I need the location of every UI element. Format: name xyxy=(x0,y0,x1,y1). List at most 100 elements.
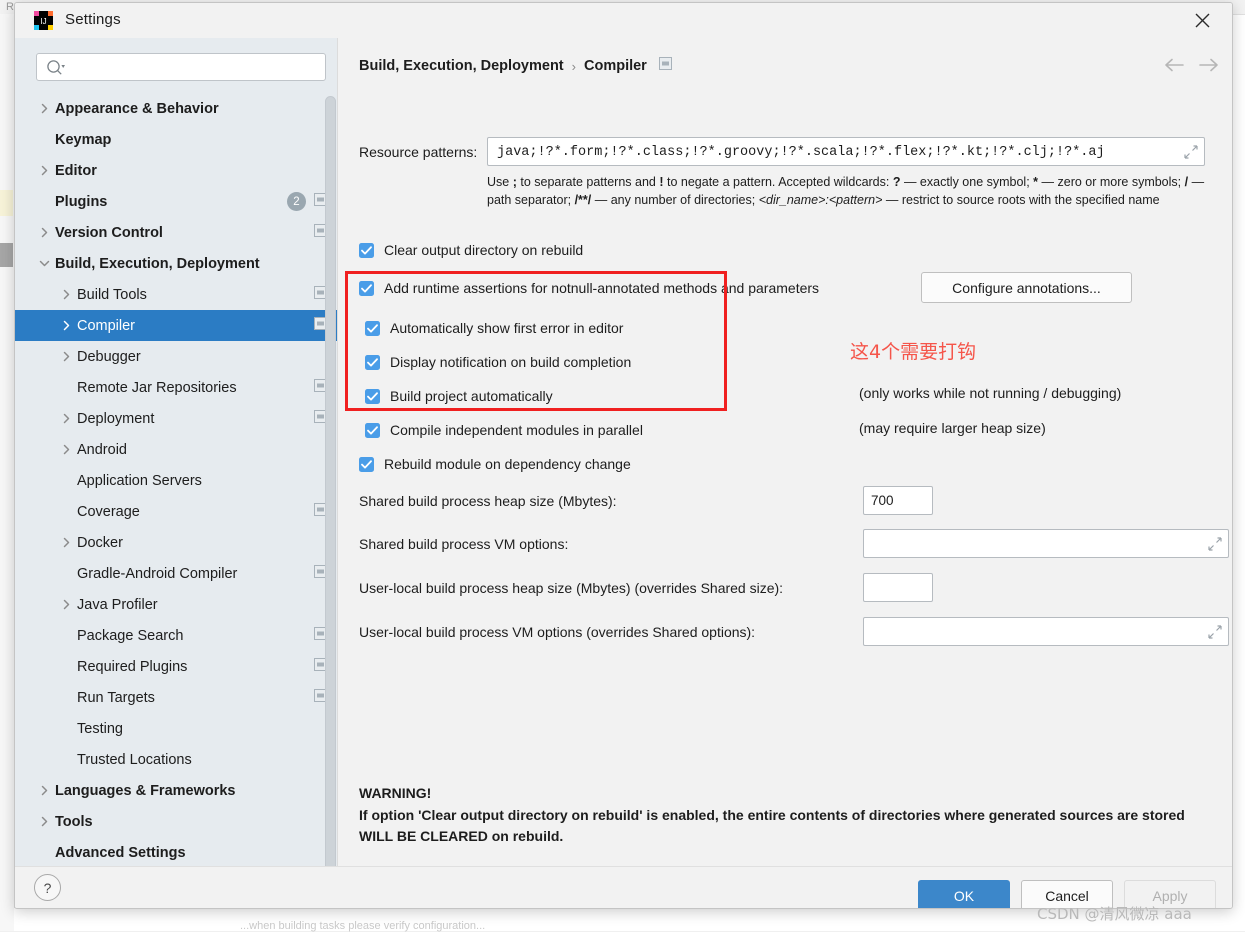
chevron-right-icon[interactable] xyxy=(33,103,55,114)
expand-icon[interactable] xyxy=(1184,145,1198,164)
ok-button[interactable]: OK xyxy=(918,880,1010,908)
sidebar-item-package-search[interactable]: Package Search xyxy=(15,620,337,651)
sidebar-item-android[interactable]: Android xyxy=(15,434,337,465)
input-shared-heap[interactable] xyxy=(864,487,932,514)
checkbox-build-automatically[interactable] xyxy=(365,388,380,404)
field-userlocal-vm[interactable] xyxy=(863,617,1229,646)
chevron-down-icon[interactable] xyxy=(33,258,55,269)
sidebar-item-remote-jar-repositories[interactable]: Remote Jar Repositories xyxy=(15,372,337,403)
chevron-right-icon[interactable] xyxy=(55,351,77,362)
sidebar-item-java-profiler[interactable]: Java Profiler xyxy=(15,589,337,620)
checkbox-row-clear-output[interactable]: Clear output directory on rebuild xyxy=(359,242,583,258)
sidebar-item-application-servers[interactable]: Application Servers xyxy=(15,465,337,496)
input-shared-vm[interactable] xyxy=(864,530,1200,557)
chevron-right-icon[interactable] xyxy=(55,289,77,300)
resource-patterns-field[interactable] xyxy=(487,137,1205,167)
breadcrumb-root[interactable]: Build, Execution, Deployment xyxy=(359,58,564,74)
checkbox-row-runtime-assertions[interactable]: Add runtime assertions for notnull-annot… xyxy=(359,280,819,296)
sidebar-item-editor[interactable]: Editor xyxy=(15,155,337,186)
field-shared-vm[interactable] xyxy=(863,529,1229,558)
sidebar-item-build-tools[interactable]: Build Tools xyxy=(15,279,337,310)
chevron-right-icon[interactable] xyxy=(55,537,77,548)
annotation-text: 这4个需要打钩 xyxy=(850,341,977,363)
expand-icon[interactable] xyxy=(1208,625,1222,644)
chevron-right-icon[interactable] xyxy=(55,413,77,424)
checkbox-label-display-notification: Display notification on build completion xyxy=(390,354,632,370)
field-shared-heap[interactable] xyxy=(863,486,933,515)
breadcrumb-current: Compiler xyxy=(583,58,647,74)
sidebar-item-label: Appearance & Behavior xyxy=(55,100,219,117)
intellij-idea-icon: IJ xyxy=(33,10,54,31)
resource-patterns-label: Resource patterns: xyxy=(359,144,478,160)
sidebar-item-label: Build Tools xyxy=(77,286,147,303)
resource-patterns-input[interactable] xyxy=(495,138,1171,167)
sidebar-item-gradle-android-compiler[interactable]: Gradle-Android Compiler xyxy=(15,558,337,589)
sidebar-item-label: Application Servers xyxy=(77,472,202,489)
sidebar-item-label: Java Profiler xyxy=(77,596,158,613)
cancel-button-label: Cancel xyxy=(1045,887,1089,904)
sidebar-item-advanced-settings[interactable]: Advanced Settings xyxy=(15,837,337,866)
sidebar-item-required-plugins[interactable]: Required Plugins xyxy=(15,651,337,682)
checkbox-rebuild-module[interactable] xyxy=(359,456,374,472)
chevron-right-icon[interactable] xyxy=(33,785,55,796)
input-userlocal-vm[interactable] xyxy=(864,618,1200,645)
configure-annotations-button[interactable]: Configure annotations... xyxy=(921,272,1132,303)
checkbox-clear-output[interactable] xyxy=(359,242,374,258)
checkbox-row-build-automatically[interactable]: Build project automatically xyxy=(365,388,553,404)
settings-tree: Appearance & Behavior Keymap Editor Plugins… xyxy=(15,93,337,866)
warning-title: WARNING! xyxy=(359,785,432,801)
close-icon[interactable] xyxy=(1180,5,1224,36)
sidebar-item-label: Debugger xyxy=(77,348,141,365)
sidebar-item-build-execution-deployment[interactable]: Build, Execution, Deployment xyxy=(15,248,337,279)
sidebar-item-trusted-locations[interactable]: Trusted Locations xyxy=(15,744,337,775)
input-userlocal-heap[interactable] xyxy=(864,574,932,601)
chevron-right-icon[interactable] xyxy=(33,816,55,827)
chevron-right-icon[interactable] xyxy=(55,320,77,331)
background-gutter xyxy=(0,14,15,931)
sidebar-item-label: Required Plugins xyxy=(77,658,188,675)
expand-icon[interactable] xyxy=(1208,537,1222,556)
sidebar-item-version-control[interactable]: Version Control xyxy=(15,217,337,248)
chevron-right-icon[interactable] xyxy=(33,227,55,238)
sidebar-item-keymap[interactable]: Keymap xyxy=(15,124,337,155)
checkbox-row-rebuild-module[interactable]: Rebuild module on dependency change xyxy=(359,456,631,472)
sidebar-scrollbar-thumb[interactable] xyxy=(325,96,336,876)
sidebar-item-label: Editor xyxy=(55,162,97,179)
sidebar-item-appearance-behavior[interactable]: Appearance & Behavior xyxy=(15,93,337,124)
sidebar-item-badge: 2 xyxy=(287,192,306,211)
sidebar-item-coverage[interactable]: Coverage xyxy=(15,496,337,527)
label-userlocal-vm: User-local build process VM options (ove… xyxy=(359,624,756,640)
restore-panel-icon[interactable] xyxy=(658,57,672,75)
chevron-right-icon[interactable] xyxy=(55,444,77,455)
search-box[interactable] xyxy=(36,53,326,82)
field-userlocal-heap[interactable] xyxy=(863,573,933,602)
sidebar-item-plugins[interactable]: Plugins 2 xyxy=(15,186,337,217)
sidebar-item-debugger[interactable]: Debugger xyxy=(15,341,337,372)
chevron-right-icon[interactable] xyxy=(33,165,55,176)
checkbox-row-display-notification[interactable]: Display notification on build completion xyxy=(365,354,631,370)
checkbox-auto-show-error[interactable] xyxy=(365,320,380,336)
checkbox-runtime-assertions[interactable] xyxy=(359,280,374,296)
background-gutter-marker xyxy=(0,243,13,267)
search-input[interactable] xyxy=(71,54,325,82)
sidebar-item-testing[interactable]: Testing xyxy=(15,713,337,744)
help-button[interactable]: ? xyxy=(34,874,61,901)
checkbox-row-auto-show-error[interactable]: Automatically show first error in editor xyxy=(365,320,623,336)
checkbox-display-notification[interactable] xyxy=(365,354,380,370)
sidebar-item-label: Languages & Frameworks xyxy=(55,782,236,799)
checkbox-compile-parallel[interactable] xyxy=(365,422,380,438)
sidebar-item-deployment[interactable]: Deployment xyxy=(15,403,337,434)
checkbox-row-compile-parallel[interactable]: Compile independent modules in parallel xyxy=(365,422,643,438)
sidebar-item-docker[interactable]: Docker xyxy=(15,527,337,558)
sidebar-item-label: Android xyxy=(77,441,127,458)
nav-back-button[interactable] xyxy=(1160,56,1188,78)
sidebar-item-label: Version Control xyxy=(55,224,163,241)
chevron-right-icon[interactable] xyxy=(55,599,77,610)
sidebar-item-label: Tools xyxy=(55,813,93,830)
sidebar-item-run-targets[interactable]: Run Targets xyxy=(15,682,337,713)
sidebar-item-languages-frameworks[interactable]: Languages & Frameworks xyxy=(15,775,337,806)
sidebar-item-tools[interactable]: Tools xyxy=(15,806,337,837)
nav-forward-button[interactable] xyxy=(1195,56,1223,78)
svg-text:IJ: IJ xyxy=(40,17,46,26)
sidebar-item-compiler[interactable]: Compiler xyxy=(15,310,337,341)
